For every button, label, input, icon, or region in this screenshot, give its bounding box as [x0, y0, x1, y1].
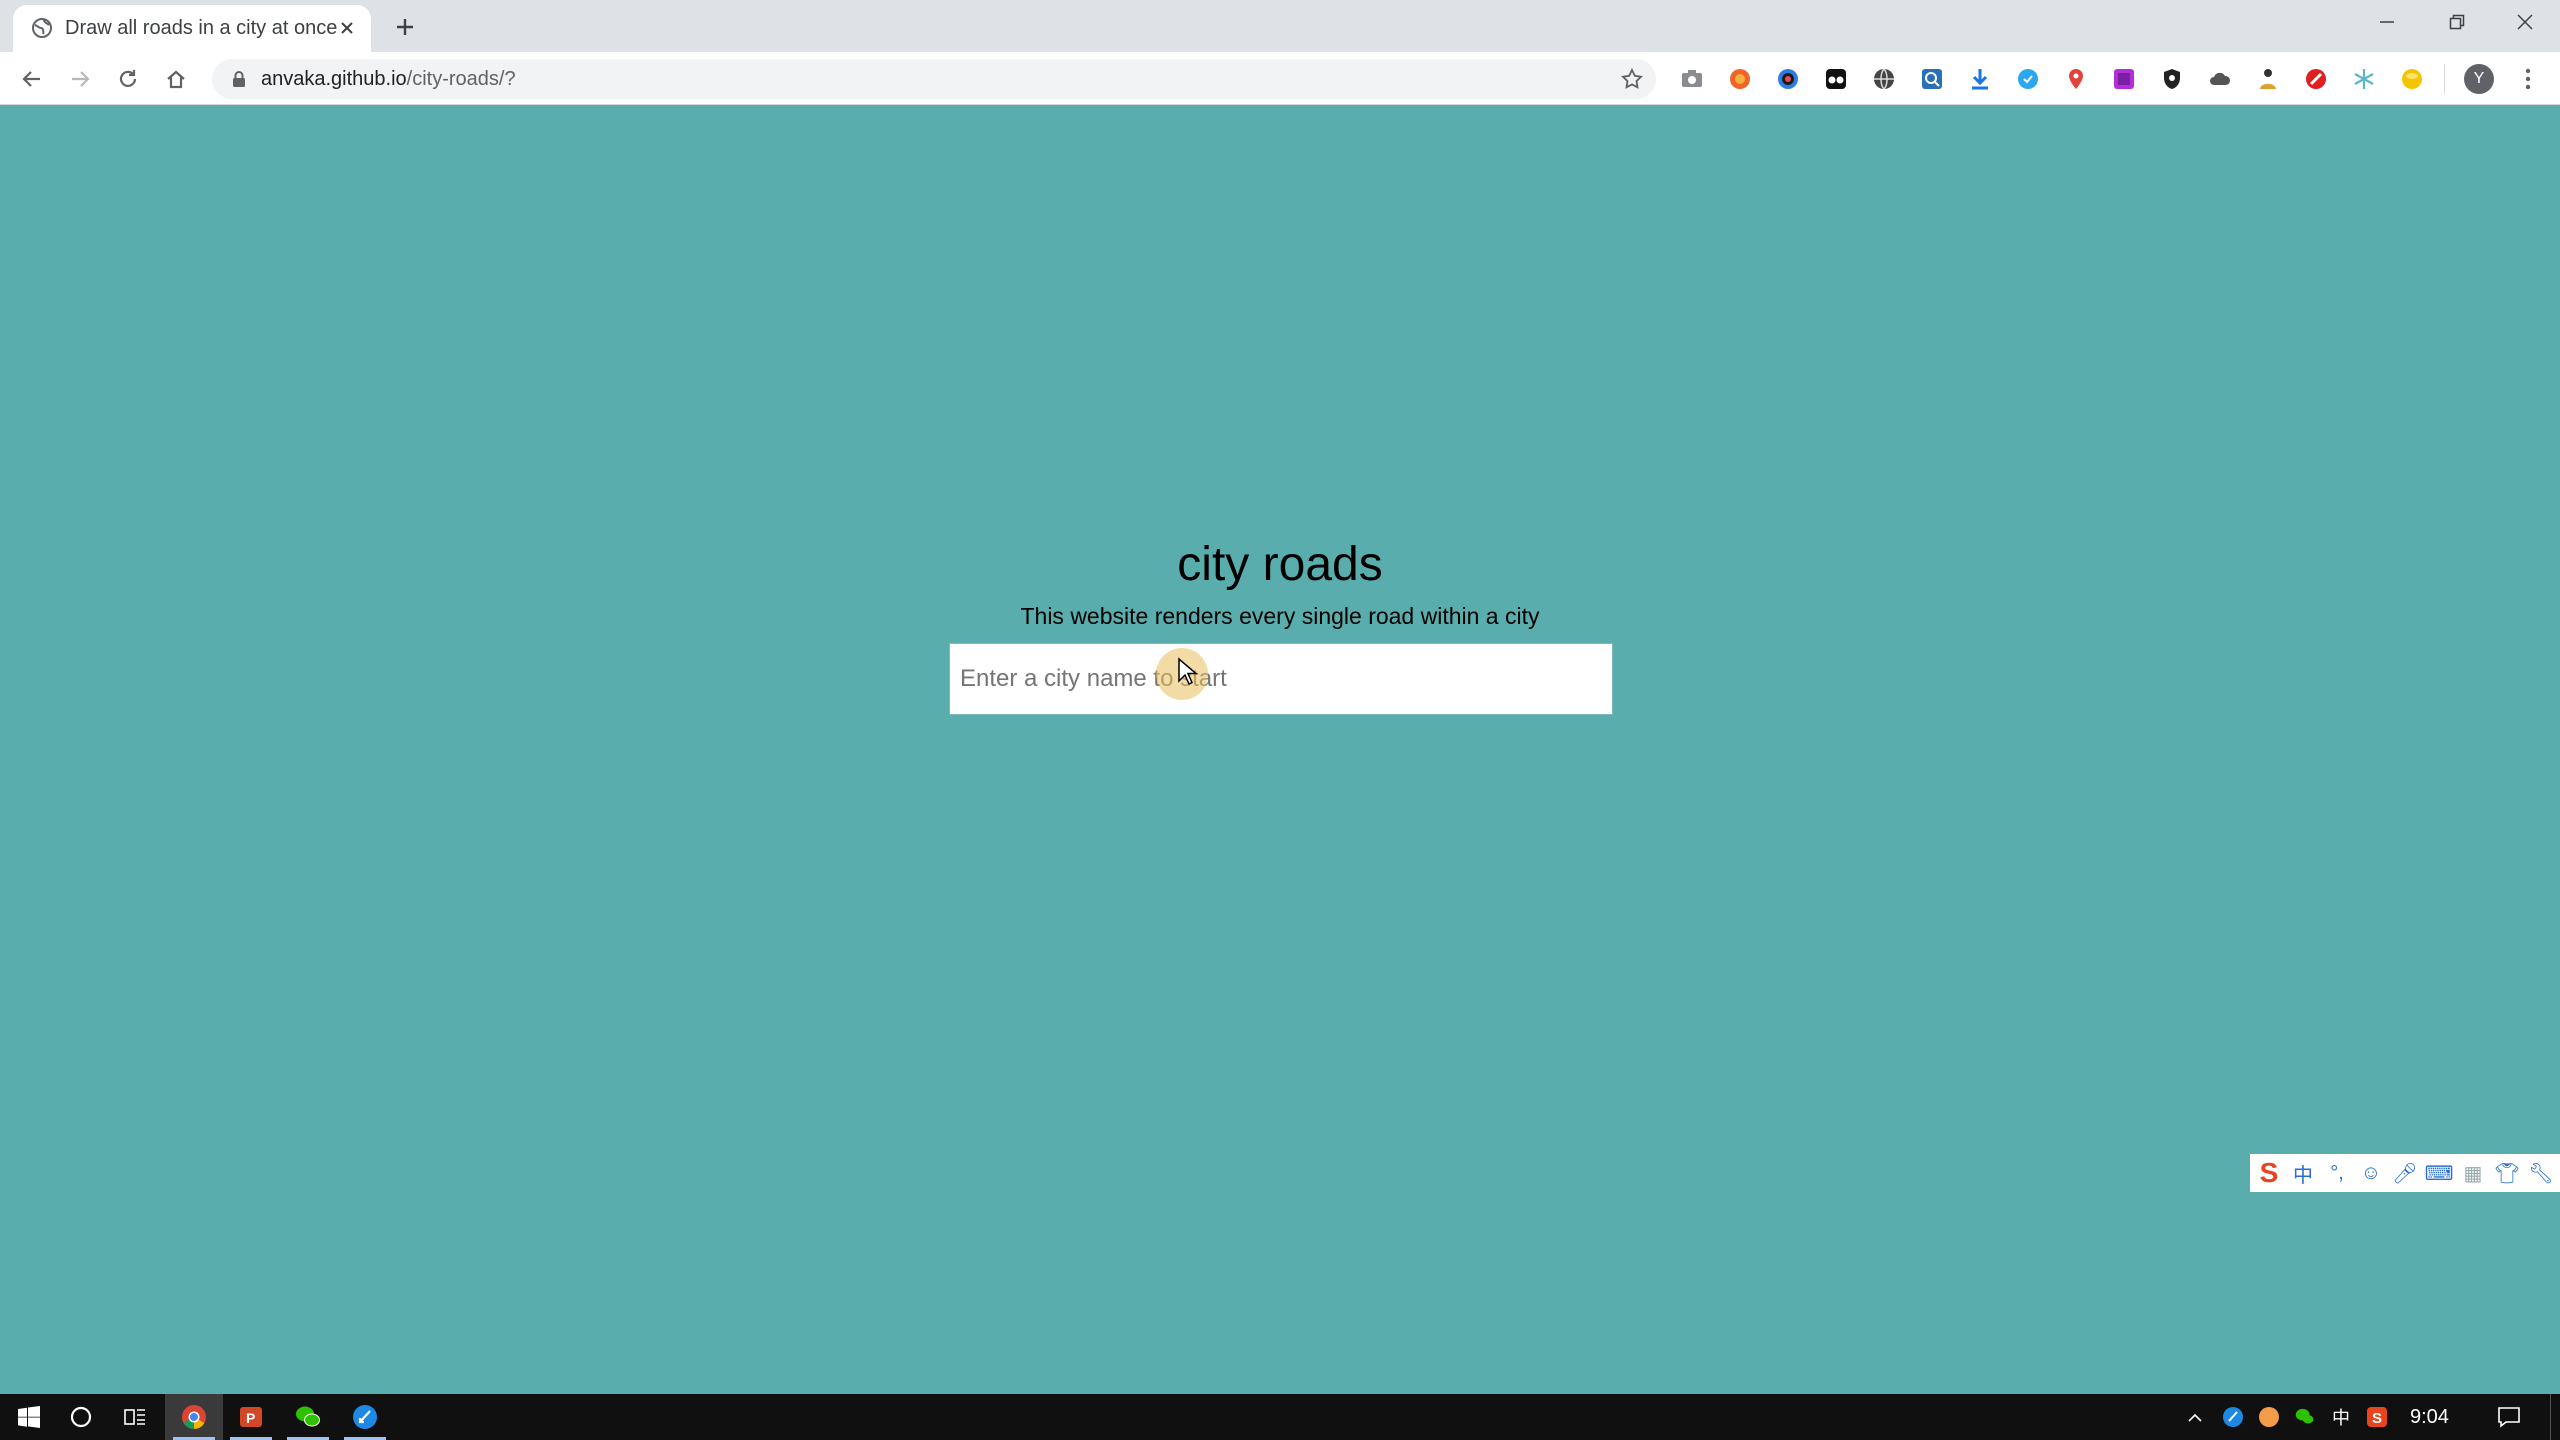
svg-text:P: P [246, 1410, 255, 1426]
restore-icon [2449, 14, 2465, 30]
forward-button[interactable] [64, 63, 96, 95]
notification-icon [2498, 1407, 2520, 1428]
extension-shield-icon[interactable] [2160, 67, 2184, 91]
chrome-icon [182, 1405, 206, 1429]
extension-color-ring-icon[interactable] [1776, 67, 1800, 91]
wrench-icon[interactable]: 🔧︎ [2526, 1158, 2556, 1188]
reload-icon [119, 70, 137, 87]
page-subtitle: This website renders every single road w… [1020, 603, 1540, 629]
orange-app-icon [2259, 1407, 2279, 1427]
lock-icon[interactable] [230, 70, 248, 88]
wechat-icon [296, 1406, 320, 1427]
globe-icon [32, 18, 52, 38]
close-tab-icon[interactable] [335, 16, 359, 40]
task-view-button[interactable] [106, 1394, 164, 1440]
ime-mode-label[interactable]: 中 [2288, 1158, 2318, 1188]
home-icon [167, 70, 185, 89]
browser-toolbar: anvaka.github.io/city-roads/? Y [0, 52, 2560, 105]
close-window-button[interactable] [2490, 0, 2560, 44]
url-path: /city-roads/? [406, 68, 516, 90]
tab-active[interactable]: Draw all roads in a city at once [13, 5, 371, 52]
minimize-button[interactable] [2352, 0, 2422, 44]
location-pin-icon[interactable] [2064, 67, 2088, 91]
taskbar-clock[interactable]: 9:04 [2410, 1406, 2449, 1429]
shirt-skin-icon[interactable]: 👕︎ [2492, 1158, 2522, 1188]
microphone-icon[interactable]: 🎤︎ [2390, 1158, 2420, 1188]
back-button[interactable] [16, 63, 48, 95]
emoji-icon[interactable]: ☺ [2356, 1158, 2386, 1188]
extension-search-icon[interactable] [1920, 67, 1944, 91]
start-button[interactable] [0, 1394, 58, 1440]
extension-blue-icon[interactable] [2016, 67, 2040, 91]
kebab-menu-icon[interactable] [2518, 66, 2538, 92]
extension-red-icon[interactable] [2304, 67, 2328, 91]
camera-icon[interactable] [1680, 67, 1704, 91]
city-search-input[interactable] [949, 643, 1613, 715]
ime-tool-icon[interactable]: ▦ [2458, 1158, 2488, 1188]
extension-yellow-icon[interactable] [2400, 67, 2424, 91]
tray-app-blue[interactable] [2218, 1394, 2248, 1440]
profile-avatar[interactable]: Y [2464, 64, 2494, 94]
taskbar-powerpoint[interactable]: P [222, 1394, 280, 1440]
extension-black-icon[interactable] [1824, 67, 1848, 91]
tab-strip: Draw all roads in a city at once [0, 0, 2560, 52]
feather-tray-icon [2223, 1407, 2243, 1427]
wechat-tray-icon [2295, 1408, 2314, 1424]
restore-button[interactable] [2422, 0, 2492, 44]
taskbar: P 中 S 9:04 [0, 1394, 2560, 1440]
extension-figure-icon[interactable] [2256, 67, 2280, 91]
tray-wechat[interactable] [2290, 1394, 2320, 1440]
page-title: city roads [1177, 538, 1383, 591]
chevron-up-icon [2188, 1413, 2202, 1422]
show-desktop-button[interactable] [2550, 1394, 2551, 1440]
tray-overflow[interactable] [2180, 1394, 2210, 1440]
url-host: anvaka.github.io [261, 68, 407, 90]
address-bar[interactable]: anvaka.github.io/city-roads/? [212, 59, 1656, 99]
keyboard-icon[interactable]: ⌨ [2424, 1158, 2454, 1188]
action-center-button[interactable] [2494, 1394, 2524, 1440]
ime-punctuation-label[interactable]: °, [2322, 1158, 2352, 1188]
tray-app-orange[interactable] [2254, 1394, 2284, 1440]
feather-app-icon [353, 1405, 377, 1429]
new-tab-icon[interactable] [390, 12, 420, 42]
svg-text:S: S [2372, 1410, 2382, 1427]
task-view-icon [124, 1409, 145, 1425]
download-icon[interactable] [1968, 67, 1992, 91]
tray-sogou[interactable]: S [2362, 1394, 2392, 1440]
url-text[interactable]: anvaka.github.io/city-roads/? [261, 68, 516, 91]
search-button[interactable] [52, 1394, 110, 1440]
close-icon [2517, 14, 2533, 30]
forward-arrow-icon [72, 71, 90, 87]
home-button[interactable] [160, 63, 192, 95]
reload-button[interactable] [112, 63, 144, 95]
extension-globe-icon[interactable] [1872, 67, 1896, 91]
extension-purple-icon[interactable] [2112, 67, 2136, 91]
tab-title: Draw all roads in a city at once [65, 17, 338, 39]
extension-cloud-icon[interactable] [2208, 67, 2232, 91]
extension-orange-icon[interactable] [1728, 67, 1752, 91]
taskbar-app-blue[interactable] [336, 1394, 394, 1440]
page-content: city roads This website renders every si… [0, 105, 2560, 1394]
windows-logo-icon [18, 1406, 40, 1428]
tray-language[interactable]: 中 [2326, 1394, 2356, 1440]
minimize-icon [2380, 21, 2394, 23]
cortana-circle-icon [70, 1406, 92, 1428]
sogou-logo-icon[interactable]: S [2254, 1157, 2284, 1188]
bookmark-star-icon[interactable] [1620, 67, 1644, 91]
powerpoint-icon: P [240, 1407, 262, 1427]
extension-snowflake-icon[interactable] [2352, 67, 2376, 91]
taskbar-chrome[interactable] [165, 1394, 223, 1440]
sogou-tray-icon: S [2367, 1407, 2387, 1427]
toolbar-divider [2444, 64, 2445, 94]
ime-toolbar: S 中 °, ☺ 🎤︎ ⌨ ▦ 👕︎ 🔧︎ [2250, 1154, 2560, 1192]
mouse-cursor-icon [1178, 657, 1199, 686]
taskbar-wechat[interactable] [279, 1394, 337, 1440]
back-arrow-icon [22, 71, 40, 87]
